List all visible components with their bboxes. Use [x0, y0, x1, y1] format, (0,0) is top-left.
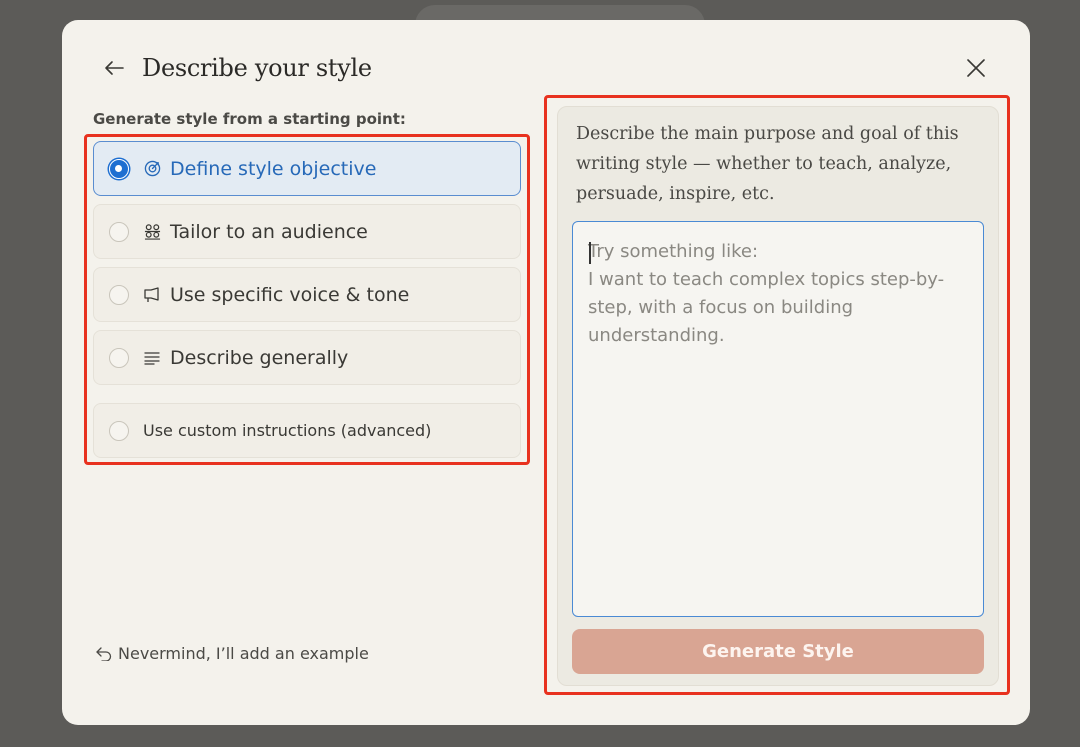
- panel-description: Describe the main purpose and goal of th…: [576, 124, 959, 204]
- radio-button[interactable]: [109, 284, 129, 305]
- option-describe-generally[interactable]: Describe generally: [93, 330, 521, 385]
- audience-icon: [143, 223, 161, 241]
- nevermind-link[interactable]: Nevermind, I’ll add an example: [96, 644, 369, 663]
- back-button[interactable]: [102, 56, 126, 80]
- dialog-title: Describe your style: [142, 54, 372, 82]
- radio-button[interactable]: [109, 158, 129, 179]
- style-description-input[interactable]: [573, 222, 983, 616]
- arrow-left-icon: [105, 61, 124, 75]
- nevermind-label: Nevermind, I’ll add an example: [118, 644, 369, 663]
- radio-button[interactable]: [109, 347, 129, 368]
- option-label: Use custom instructions (advanced): [143, 421, 432, 440]
- text-caret: [589, 242, 591, 264]
- starting-point-options: Define style objective Tailor to an audi…: [84, 134, 530, 465]
- style-textarea-container: [572, 221, 984, 617]
- target-icon: [143, 160, 161, 178]
- close-icon: [967, 59, 985, 77]
- option-define-style-objective[interactable]: Define style objective: [93, 141, 521, 196]
- option-label: Describe generally: [170, 346, 349, 369]
- undo-icon: [96, 646, 112, 661]
- describe-panel-highlight: Describe the main purpose and goal of th…: [544, 95, 1010, 695]
- radio-button[interactable]: [109, 221, 129, 242]
- style-dialog: Describe your style Generate style from …: [62, 20, 1030, 725]
- option-custom-instructions[interactable]: Use custom instructions (advanced): [93, 403, 521, 458]
- generate-style-button[interactable]: Generate Style: [572, 629, 984, 674]
- option-specific-voice-tone[interactable]: Use specific voice & tone: [93, 267, 521, 322]
- text-lines-icon: [143, 349, 161, 367]
- radio-button[interactable]: [109, 420, 129, 441]
- dialog-header: Describe your style: [102, 50, 372, 86]
- option-tailor-to-audience[interactable]: Tailor to an audience: [93, 204, 521, 259]
- option-label: Define style objective: [170, 157, 377, 180]
- option-label: Use specific voice & tone: [170, 283, 410, 306]
- section-label: Generate style from a starting point:: [93, 110, 406, 128]
- close-button[interactable]: [964, 56, 988, 80]
- megaphone-icon: [143, 286, 161, 304]
- option-label: Tailor to an audience: [170, 220, 368, 243]
- describe-panel: Describe the main purpose and goal of th…: [557, 106, 999, 686]
